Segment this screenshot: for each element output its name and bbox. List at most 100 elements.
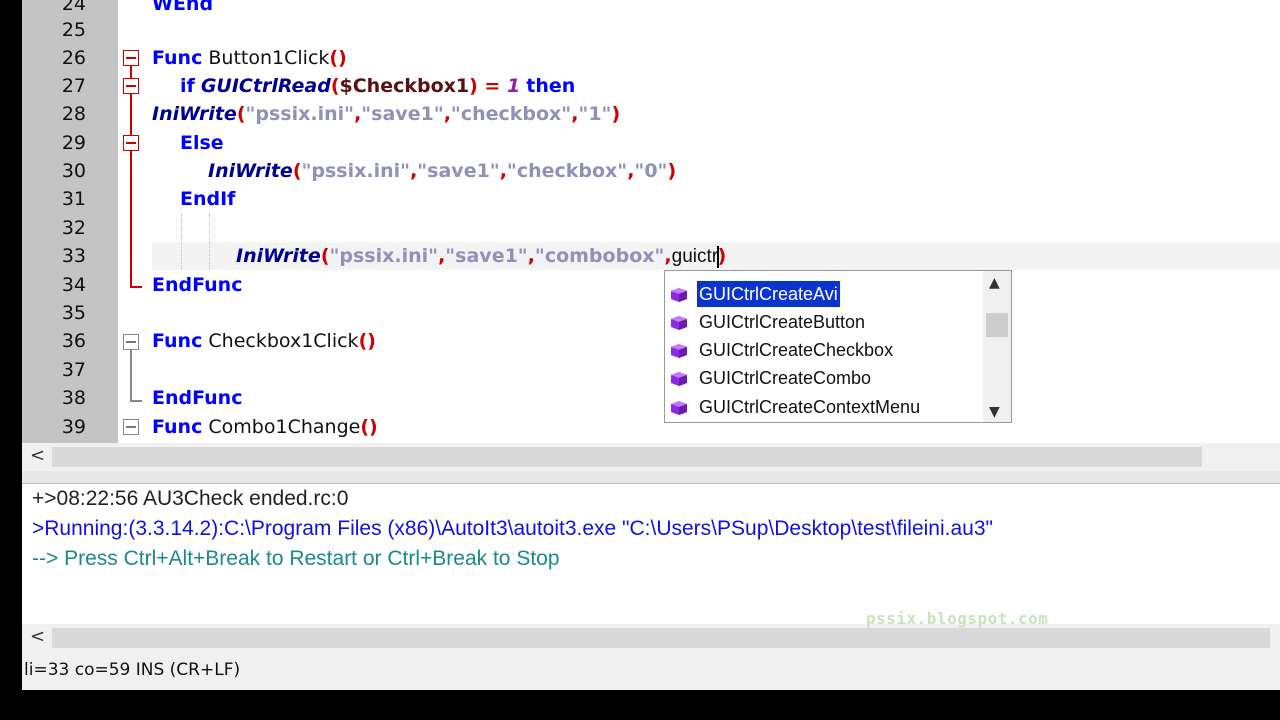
fold-margin — [118, 0, 146, 443]
line-number: 36 — [61, 330, 86, 352]
paren-open: ( — [320, 245, 330, 267]
parens: () — [329, 47, 347, 69]
autocomplete-item-label: GUICtrlCreateCombo — [699, 368, 872, 388]
keyword: EndFunc — [152, 274, 243, 296]
keyword: Func — [152, 330, 203, 352]
string: "checkbox" — [450, 103, 572, 125]
fold-collapse-icon[interactable] — [123, 50, 139, 66]
method-cube-icon — [671, 316, 687, 330]
fold-guide-line — [130, 350, 132, 400]
comma: , — [443, 103, 451, 125]
method-cube-icon — [671, 372, 687, 386]
code-line-38[interactable]: EndFunc — [152, 384, 242, 412]
autocomplete-item-label: GUICtrlCreateAvi — [696, 280, 841, 308]
autocomplete-item[interactable]: GUICtrlCreateButton — [665, 309, 983, 337]
code-line-34[interactable]: EndFunc — [152, 271, 242, 299]
line-number: 27 — [61, 75, 86, 97]
keyword: Func — [152, 47, 203, 69]
fold-collapse-icon[interactable] — [123, 419, 139, 435]
function-call: IniWrite — [208, 160, 293, 182]
autocomplete-scrollbar[interactable]: ▲ ▼ — [983, 271, 1011, 422]
editor-horizontal-scrollbar[interactable]: < — [22, 443, 1280, 471]
function-name: Button1Click — [202, 47, 330, 69]
line-number: 33 — [61, 245, 86, 267]
paren-open: ( — [292, 160, 302, 182]
indent-guide — [181, 214, 183, 270]
fold-collapse-icon[interactable] — [123, 135, 139, 151]
keyword: if — [180, 75, 195, 97]
autocomplete-item[interactable]: GUICtrlCreateCheckbox — [665, 337, 983, 365]
autocomplete-item[interactable]: GUICtrlCreateContextMenu — [665, 394, 983, 422]
output-line: --> Press Ctrl+Alt+Break to Restart or C… — [32, 547, 560, 570]
autocomplete-item[interactable]: GUICtrlCreateAvi — [665, 280, 983, 309]
string: "combobox" — [534, 245, 665, 267]
keyword: EndFunc — [152, 387, 243, 409]
keyword: WEnd — [152, 0, 214, 15]
code-line-39[interactable]: Func Combo1Change() — [152, 413, 378, 441]
code-editor[interactable]: 24 25 26 27 28 29 30 31 32 33 34 35 36 3… — [22, 0, 1280, 443]
scrollbar-thumb[interactable] — [986, 313, 1008, 337]
code-line-33[interactable]: IniWrite("pssix.ini","save1","combobox",… — [236, 242, 726, 270]
code-line-36[interactable]: Func Checkbox1Click() — [152, 327, 376, 355]
function-name: Combo1Change — [202, 416, 361, 438]
line-number: 35 — [61, 302, 86, 324]
autocomplete-item-label: GUICtrlCreateCheckbox — [699, 340, 894, 360]
status-bar: li=33 co=59 INS (CR+LF) — [22, 652, 1280, 690]
cursor-position-status: li=33 co=59 INS (CR+LF) — [24, 660, 241, 680]
fold-collapse-icon[interactable] — [123, 78, 139, 94]
autocomplete-item-label: GUICtrlCreateContextMenu — [699, 397, 921, 417]
line-number: 29 — [61, 132, 86, 154]
comma: , — [499, 160, 507, 182]
scroll-left-icon[interactable]: < — [30, 445, 45, 466]
line-number: 26 — [61, 47, 86, 69]
line-number: 38 — [61, 387, 86, 409]
line-number: 32 — [61, 217, 86, 239]
pane-splitter[interactable] — [22, 471, 1280, 484]
line-number: 31 — [61, 188, 86, 210]
typed-text: guictr — [671, 246, 719, 267]
code-line-30[interactable]: IniWrite("pssix.ini","save1","checkbox",… — [208, 157, 676, 185]
function-call: IniWrite — [236, 245, 321, 267]
parens: () — [360, 416, 378, 438]
paren-close: ) — [717, 245, 727, 267]
variable: $Checkbox1 — [339, 75, 470, 97]
function-call: IniWrite — [152, 103, 237, 125]
comma: , — [527, 245, 535, 267]
watermark: pssix.blogspot.com — [866, 609, 1049, 628]
scrollbar-thumb[interactable] — [52, 447, 1202, 467]
fold-collapse-icon[interactable] — [123, 334, 139, 350]
code-line-24[interactable]: WEnd — [152, 0, 213, 18]
scroll-down-icon[interactable]: ▼ — [989, 404, 1000, 420]
code-line-27[interactable]: if GUICtrlRead($Checkbox1) = 1 then — [180, 72, 575, 100]
autocomplete-list[interactable]: GUICtrlCreateAvi GUICtrlCreateButton GUI… — [664, 270, 1012, 423]
indent-guide — [209, 214, 211, 270]
output-horizontal-scrollbar[interactable]: < — [22, 624, 1280, 652]
keyword: Func — [152, 416, 203, 438]
paren-close: ) — [667, 160, 677, 182]
function-call: GUICtrlRead — [200, 75, 331, 97]
autocomplete-item-label: GUICtrlCreateButton — [699, 312, 866, 332]
string: "save1" — [417, 160, 500, 182]
line-number: 25 — [61, 19, 86, 41]
scrollbar-thumb[interactable] — [52, 628, 1270, 648]
method-cube-icon — [671, 288, 687, 302]
line-number: 39 — [61, 416, 86, 438]
string: "save1" — [445, 245, 528, 267]
output-pane[interactable]: +>08:22:56 AU3Check ended.rc:0 >Running:… — [22, 484, 1280, 624]
number: 1 — [506, 75, 521, 97]
fold-guide-line — [130, 66, 132, 286]
function-name: Checkbox1Click — [202, 330, 359, 352]
line-number: 28 — [61, 103, 86, 125]
scroll-up-icon[interactable]: ▲ — [989, 275, 1000, 291]
fold-end-marker — [130, 286, 142, 288]
code-line-26[interactable]: Func Button1Click() — [152, 44, 347, 72]
keyword: EndIf — [180, 188, 236, 210]
autocomplete-item[interactable]: GUICtrlCreateCombo — [665, 365, 983, 393]
method-cube-icon — [671, 344, 687, 358]
code-line-28[interactable]: IniWrite("pssix.ini","save1","checkbox",… — [152, 100, 620, 128]
scroll-left-icon[interactable]: < — [30, 626, 45, 647]
code-line-29[interactable]: Else — [180, 129, 224, 157]
string: "checkbox" — [506, 160, 628, 182]
code-line-31[interactable]: EndIf — [180, 185, 235, 213]
comma: , — [664, 245, 672, 267]
